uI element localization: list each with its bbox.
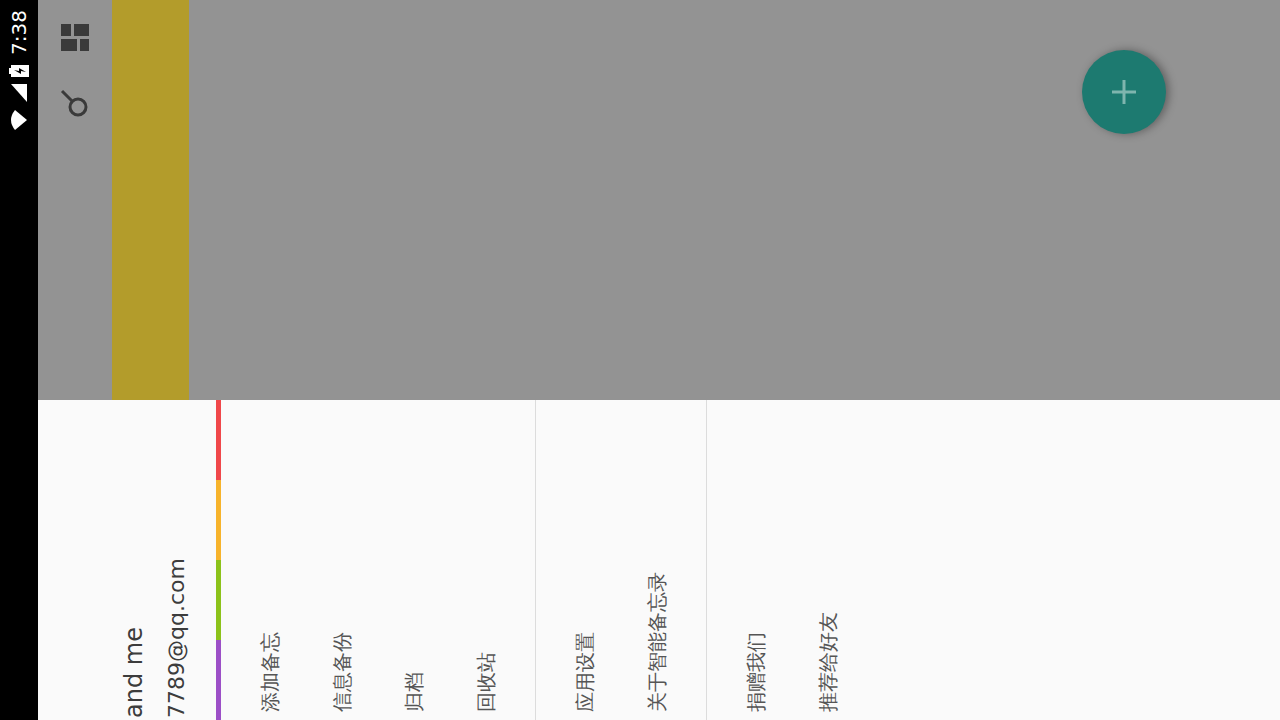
app: 7:38 and me 7789@qq.com 添加备忘信息备份归档回收站应用设置关于… [0, 0, 1280, 720]
add-button[interactable] [1082, 50, 1166, 134]
menu-item[interactable]: 关于智能备忘录 [621, 400, 693, 720]
drawer-header: and me 7789@qq.com [38, 400, 216, 720]
menu-item[interactable]: 推荐给好友 [792, 400, 864, 720]
account-name: and me [118, 400, 150, 718]
menu-item[interactable]: 归档 [378, 400, 450, 720]
menu-group: 捐赠我们推荐给好友 [707, 400, 877, 720]
signal-icon [10, 83, 28, 103]
screen: 7:38 and me 7789@qq.com 添加备忘信息备份归档回收站应用设置关于… [0, 0, 1280, 720]
menu-item[interactable]: 回收站 [450, 400, 522, 720]
menu-item[interactable]: 信息备份 [306, 400, 378, 720]
status-bar: 7:38 [0, 0, 38, 720]
account-email: 7789@qq.com [162, 400, 192, 718]
status-time: 7:38 [7, 10, 31, 55]
menu-group: 应用设置关于智能备忘录 [536, 400, 707, 720]
wifi-icon [10, 109, 28, 131]
grid-view-icon[interactable] [60, 22, 90, 52]
menu-group: 添加备忘信息备份归档回收站 [221, 400, 536, 720]
menu-item[interactable]: 应用设置 [549, 400, 621, 720]
menu-item[interactable]: 添加备忘 [234, 400, 306, 720]
navigation-drawer: and me 7789@qq.com 添加备忘信息备份归档回收站应用设置关于智能备忘… [38, 400, 1280, 720]
plus-icon [1109, 77, 1139, 107]
menu-item[interactable]: 捐赠我们 [720, 400, 792, 720]
search-icon[interactable] [60, 88, 90, 118]
battery-icon [9, 65, 29, 77]
